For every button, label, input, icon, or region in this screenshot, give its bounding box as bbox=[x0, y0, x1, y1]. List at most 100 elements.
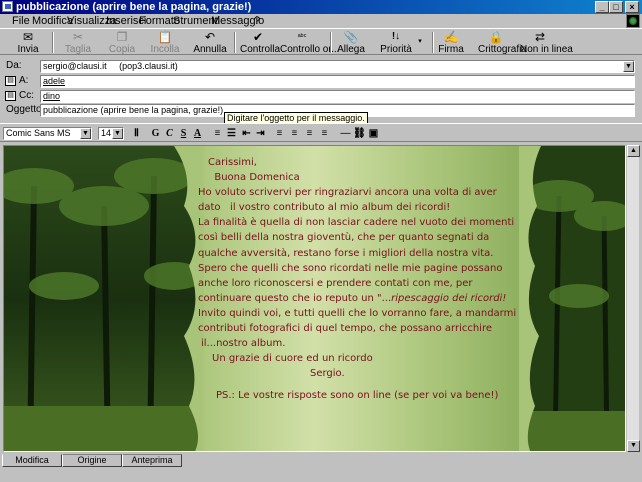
vertical-scrollbar[interactable]: ▲ ▼ bbox=[626, 145, 640, 452]
to-row: ▤ A: adele bbox=[0, 75, 642, 88]
menu-file[interactable]: File bbox=[12, 15, 30, 27]
font-color-icon[interactable]: A bbox=[191, 127, 204, 140]
style-icon[interactable]: Ⅱ bbox=[130, 127, 143, 140]
letter-postscript: PS.: Le vostre risposte sono on line (se… bbox=[216, 390, 499, 402]
cut-label: Taglia bbox=[64, 44, 92, 55]
to-label: A: bbox=[19, 75, 29, 86]
italic-icon[interactable]: C bbox=[163, 127, 176, 140]
increase-indent-icon[interactable]: ⇥ bbox=[254, 127, 267, 140]
main-toolbar: ✉ Invia ✂ Taglia ❐ Copia 📋 Incolla ↶ Ann… bbox=[0, 28, 642, 55]
offline-label: Non in linea bbox=[520, 44, 573, 55]
formatting-toolbar: Comic Sans MS ▼ 14 ▼ Ⅱ G C S A ≡ ☰ ⇤ ⇥ ≡… bbox=[0, 123, 642, 142]
tab-modifica[interactable]: Modifica bbox=[2, 454, 62, 467]
insert-image-icon[interactable]: ▣ bbox=[367, 127, 380, 140]
toolbar-separator bbox=[234, 32, 236, 53]
attach-label: Allega bbox=[337, 44, 365, 55]
hyperlink-icon[interactable]: ⛓ bbox=[353, 127, 366, 140]
font-size-select[interactable]: 14 ▼ bbox=[98, 127, 124, 140]
send-button[interactable]: ✉ Invia bbox=[8, 30, 48, 55]
paste-label: Incolla bbox=[150, 44, 180, 55]
address-book-icon[interactable]: ▤ bbox=[5, 76, 16, 86]
palm-forest-right-image bbox=[519, 146, 625, 451]
horizontal-line-icon[interactable]: — bbox=[339, 127, 352, 140]
letter-line: Ho voluto scrivervi per ringraziarvi anc… bbox=[198, 187, 497, 199]
letter-signature: Sergio. bbox=[310, 368, 345, 380]
align-left-icon[interactable]: ≡ bbox=[273, 127, 286, 140]
letter-line: continuare questo che io reputo un "... bbox=[198, 292, 392, 304]
undo-icon: ↶ bbox=[204, 30, 216, 44]
close-button[interactable]: × bbox=[625, 1, 639, 13]
maximize-button[interactable]: □ bbox=[609, 1, 623, 13]
tab-origine[interactable]: Origine bbox=[62, 454, 122, 467]
check-names-label: Controlla bbox=[240, 44, 281, 55]
encrypt-label: Crittografia bbox=[478, 44, 527, 55]
scroll-up-icon[interactable]: ▲ bbox=[627, 145, 640, 157]
paste-button[interactable]: 📋 Incolla bbox=[146, 30, 184, 55]
letter-line-italic: ripescaggio dei ricordi! bbox=[391, 292, 507, 304]
bulleted-list-icon[interactable]: ☰ bbox=[225, 127, 238, 140]
check-names-icon: ✔ bbox=[252, 30, 264, 44]
from-combobox[interactable]: sergio@clausi.it (pop3.clausi.it) ▼ bbox=[40, 60, 635, 73]
palm-forest-left-image bbox=[4, 146, 204, 451]
address-book-icon[interactable]: ▤ bbox=[5, 91, 16, 101]
sign-button[interactable]: ✍ Firma bbox=[438, 30, 464, 55]
to-recipient: adele bbox=[43, 76, 66, 86]
offline-button[interactable]: ⇄ Non in linea bbox=[520, 30, 573, 55]
chevron-down-icon[interactable]: ▼ bbox=[112, 128, 123, 139]
menu-bar: File Modifica Visualizza Inserisci Forma… bbox=[0, 14, 642, 28]
decrease-indent-icon[interactable]: ⇤ bbox=[240, 127, 253, 140]
toolbar-separator bbox=[52, 32, 54, 53]
app-icon[interactable] bbox=[2, 1, 13, 12]
justify-icon[interactable]: ≡ bbox=[318, 127, 331, 140]
cc-field[interactable]: dino bbox=[40, 90, 635, 103]
letter-line: Spero che quelli che sono ricordati nell… bbox=[198, 262, 503, 274]
letter-line: anche loro riconoscersi e prendere conta… bbox=[198, 277, 473, 289]
priority-button[interactable]: !↓ Priorità bbox=[380, 30, 412, 55]
numbered-list-icon[interactable]: ≡ bbox=[211, 127, 224, 140]
letter-line: Carissimi, bbox=[208, 157, 257, 168]
spellcheck-button[interactable]: ᵃᵇᶜ Controllo or... bbox=[280, 30, 340, 55]
tab-anteprima[interactable]: Anteprima bbox=[122, 454, 182, 467]
cc-recipient: dino bbox=[43, 91, 61, 101]
spellcheck-icon: ᵃᵇᶜ bbox=[297, 32, 307, 41]
letter-line: dato il vostro contributo al mio album d… bbox=[198, 202, 451, 214]
letter-line-composite: continuare questo che io reputo un "...r… bbox=[198, 291, 523, 306]
letter-line: Un grazie di cuore ed un ricordo bbox=[212, 353, 373, 365]
underline-icon[interactable]: S bbox=[177, 127, 190, 140]
offline-icon: ⇄ bbox=[534, 30, 546, 44]
chevron-down-icon[interactable]: ▼ bbox=[80, 128, 91, 139]
scroll-down-icon[interactable]: ▼ bbox=[627, 440, 640, 452]
sign-label: Firma bbox=[438, 44, 464, 55]
attach-icon: 📎 bbox=[343, 30, 359, 44]
undo-button[interactable]: ↶ Annulla bbox=[192, 30, 228, 55]
to-field[interactable]: adele bbox=[40, 75, 635, 88]
toolbar-separator bbox=[330, 32, 332, 53]
check-names-button[interactable]: ✔ Controlla bbox=[240, 30, 281, 55]
cc-label: Cc: bbox=[19, 90, 34, 101]
window-title: pubblicazione (aprire bene la pagina, gr… bbox=[16, 1, 252, 13]
attach-button[interactable]: 📎 Allega bbox=[336, 30, 366, 55]
menu-help[interactable]: ? bbox=[254, 15, 260, 27]
from-value: sergio@clausi.it (pop3.clausi.it) bbox=[43, 61, 178, 71]
priority-dropdown-arrow[interactable]: ▾ bbox=[416, 37, 424, 45]
view-tabs: Modifica Origine Anteprima bbox=[0, 454, 642, 482]
cut-button[interactable]: ✂ Taglia bbox=[60, 30, 96, 55]
from-row: Da: sergio@clausi.it (pop3.clausi.it) ▼ bbox=[0, 60, 642, 73]
from-label: Da: bbox=[6, 60, 22, 71]
font-select[interactable]: Comic Sans MS ▼ bbox=[3, 127, 92, 140]
spellcheck-label: Controllo or... bbox=[280, 44, 340, 55]
cut-icon: ✂ bbox=[72, 30, 84, 44]
copy-button[interactable]: ❐ Copia bbox=[104, 30, 140, 55]
align-right-icon[interactable]: ≡ bbox=[303, 127, 316, 140]
priority-icon: !↓ bbox=[391, 31, 401, 42]
align-center-icon[interactable]: ≡ bbox=[288, 127, 301, 140]
encrypt-button[interactable]: 🔒 Crittografia bbox=[478, 30, 527, 55]
encrypt-icon: 🔒 bbox=[488, 30, 504, 44]
bold-icon[interactable]: G bbox=[149, 127, 162, 140]
chevron-down-icon[interactable]: ▼ bbox=[623, 61, 634, 72]
subject-label: Oggetto: bbox=[6, 104, 45, 115]
sign-icon: ✍ bbox=[443, 30, 459, 44]
message-body-text[interactable]: Carissimi, Buona Domenica Ho voluto scri… bbox=[198, 155, 523, 404]
cc-row: ▤ Cc: dino bbox=[0, 90, 642, 103]
minimize-button[interactable]: _ bbox=[595, 1, 609, 13]
